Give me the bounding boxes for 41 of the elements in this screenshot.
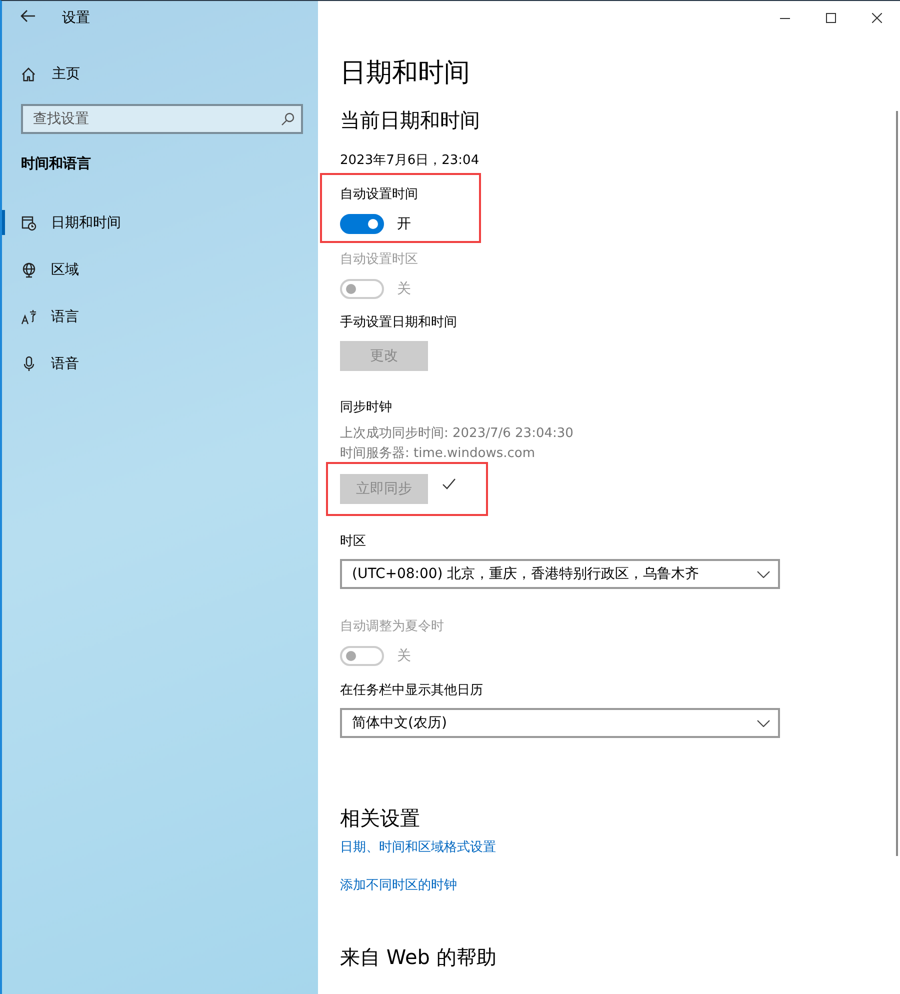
section-title: 当前日期和时间 [340, 107, 481, 134]
setting-label: 自动设置时区 [340, 251, 419, 269]
window-title: 设置 [62, 9, 90, 27]
related-settings-heading: 相关设置 [340, 805, 421, 832]
setting-label: 自动设置时间 [340, 186, 419, 204]
setting-label: 在任务栏中显示其他日历 [340, 682, 484, 700]
toggle-state: 关 [397, 280, 411, 298]
toggle-state: 关 [397, 647, 411, 665]
toggle-state: 开 [397, 215, 411, 233]
setting-label: 同步时钟 [340, 399, 393, 417]
search-field[interactable]: 查找设置 [21, 104, 303, 134]
home-icon [21, 66, 36, 82]
chevron-down-icon [757, 720, 770, 726]
setting-label: 手动设置日期和时间 [340, 314, 458, 332]
sync-info: 上次成功同步时间: 2023/7/6 23:04:30 [340, 425, 574, 443]
scrollbar[interactable] [896, 111, 898, 856]
sidebar-item[interactable]: 日期和时间 [2, 199, 318, 246]
calendar-clock-icon [21, 214, 37, 230]
sidebar-item[interactable]: 语音 [2, 340, 318, 387]
microphone-icon [21, 356, 37, 372]
sidebar-item[interactable]: 语言 [2, 293, 318, 340]
current-date-time: 2023年7月6日，23:04 [340, 152, 480, 170]
dropdown[interactable]: (UTC+08:00) 北京，重庆，香港特别行政区，乌鲁木齐 [340, 559, 780, 589]
search-icon [281, 112, 295, 126]
chevron-down-icon [757, 570, 770, 578]
close-icon [872, 13, 882, 23]
sidebar-item[interactable]: 区域 [2, 246, 318, 293]
settings-link[interactable]: 日期、时间和区域格式设置 [340, 838, 496, 858]
settings-link[interactable]: 添加不同时区的时钟 [340, 876, 457, 896]
page-title: 日期和时间 [340, 57, 471, 90]
globe-icon [21, 262, 37, 278]
setting-label: 自动调整为夏令时 [340, 618, 445, 636]
setting-label: 时区 [340, 533, 367, 551]
toggle-switch[interactable] [340, 214, 384, 234]
section-heading: 时间和语言 [21, 154, 92, 174]
language-icon [21, 308, 37, 324]
dropdown[interactable]: 简体中文(农历) [340, 708, 780, 738]
sync-info: 时间服务器: time.windows.com [340, 445, 536, 463]
help-heading: 来自 Web 的帮助 [340, 944, 498, 971]
maximize-icon [826, 13, 836, 23]
home-link[interactable]: 主页 [2, 56, 318, 92]
